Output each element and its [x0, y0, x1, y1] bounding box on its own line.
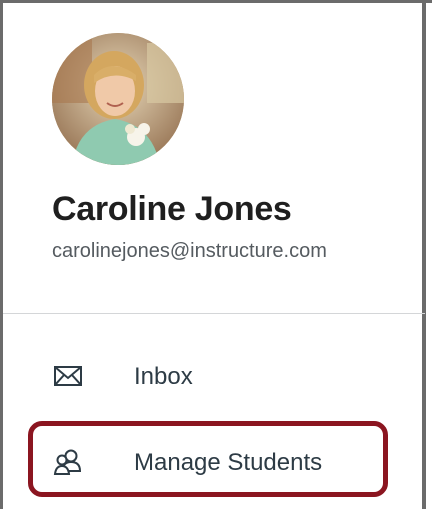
- nav-item-inbox[interactable]: Inbox: [3, 339, 425, 413]
- divider: [3, 313, 425, 314]
- envelope-icon: [53, 361, 83, 391]
- user-email: carolinejones@instructure.com: [52, 240, 327, 262]
- user-name: Caroline Jones: [52, 190, 292, 228]
- users-icon: [53, 447, 83, 477]
- nav-item-manage-students[interactable]: Manage Students: [3, 425, 425, 499]
- nav-item-label: Inbox: [134, 363, 193, 390]
- nav-item-label: Manage Students: [134, 449, 323, 476]
- avatar-photo: [52, 33, 184, 165]
- avatar[interactable]: [52, 33, 184, 165]
